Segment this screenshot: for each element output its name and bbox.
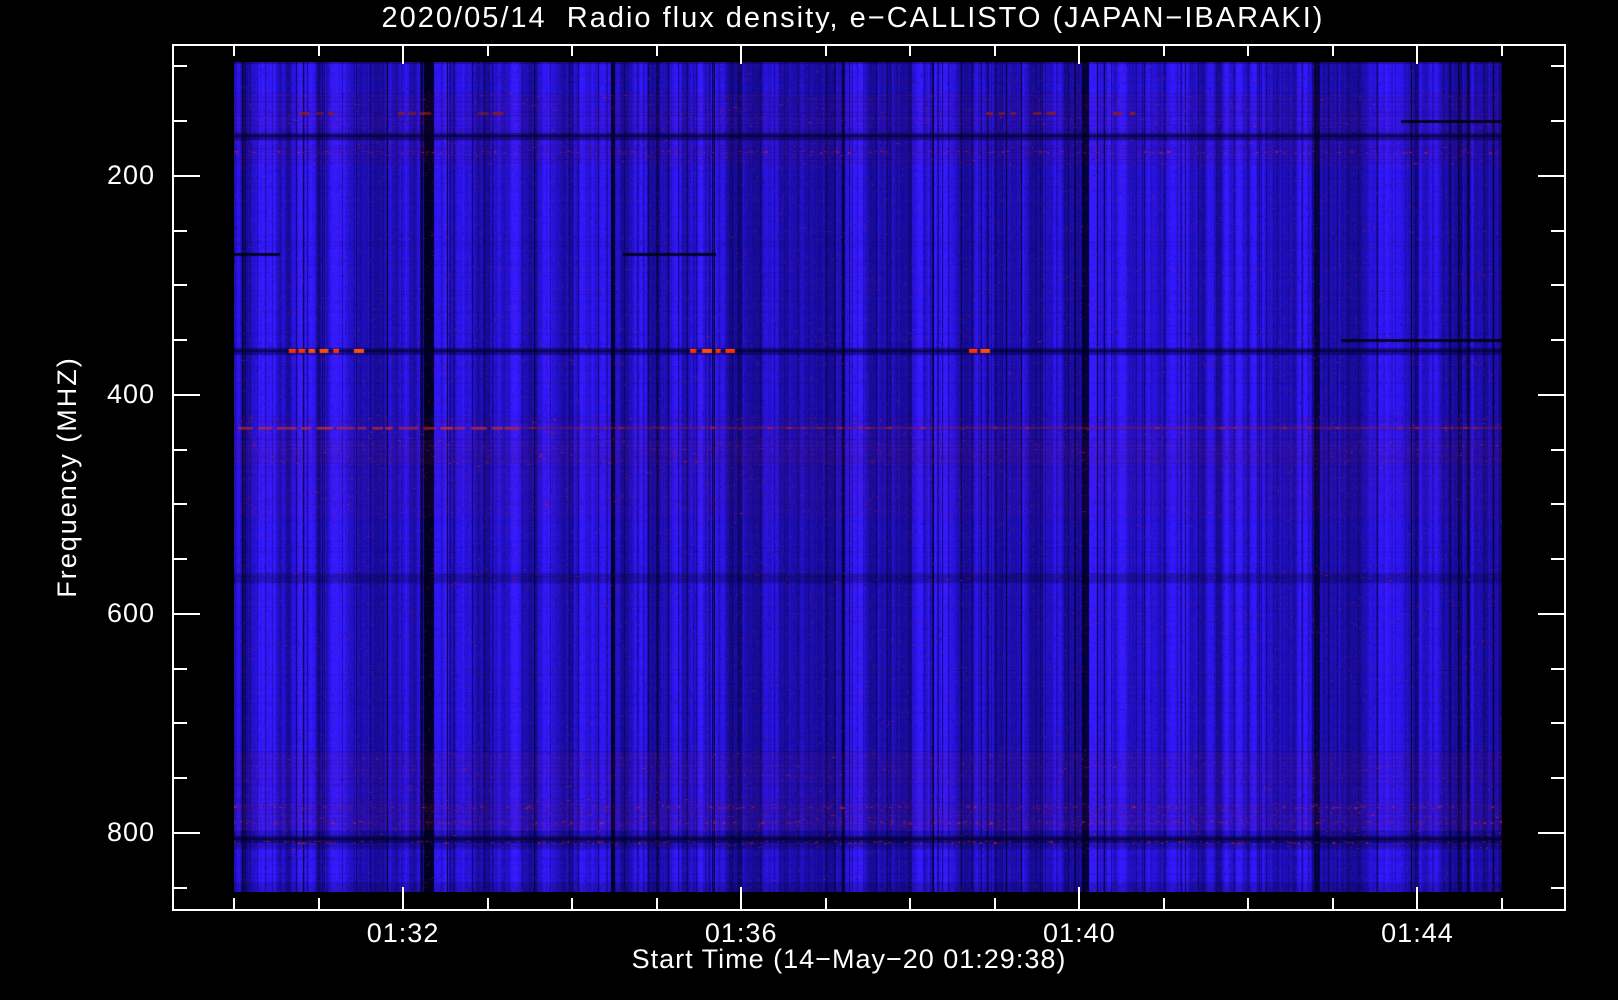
chart-title: 2020/05/14 Radio flux density, e−CALLIST… <box>381 2 1325 34</box>
spectrogram-canvas <box>234 62 1502 892</box>
y-tick-label: 600 <box>106 597 155 628</box>
y-tick-label: 400 <box>106 378 155 409</box>
y-tick-label: 200 <box>106 159 155 190</box>
x-axis-label: Start Time (14−May−20 01:29:38) <box>631 944 1067 974</box>
y-axis-label: Frequency (MHZ) <box>52 356 82 598</box>
y-tick-label: 800 <box>106 816 155 847</box>
